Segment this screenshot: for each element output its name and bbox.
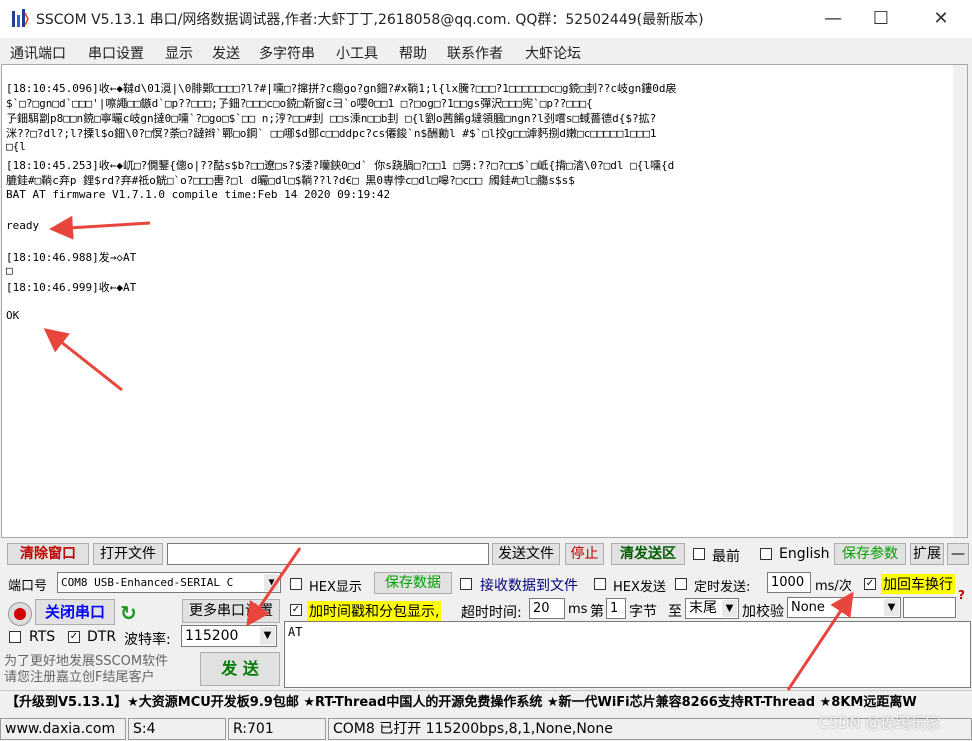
open-file-button[interactable]: 打开文件 <box>93 543 163 565</box>
menu-multi-string[interactable]: 多字符串 <box>259 43 315 63</box>
window-title: SSCOM V5.13.1 串口/网络数据调试器,作者:大虾丁丁,2618058… <box>36 12 704 28</box>
status-sent-count: S:4 <box>128 718 226 740</box>
close-button[interactable]: ✕ <box>918 5 964 33</box>
expand-button[interactable]: 扩展 <box>910 543 944 565</box>
port-label: 端口号 <box>8 579 48 594</box>
rts-label: RTS <box>29 629 56 645</box>
timed-send-checkbox[interactable] <box>675 578 687 590</box>
clear-send-area-button[interactable]: 清发送区 <box>611 543 685 565</box>
close-port-button[interactable]: 关闭串口 <box>35 599 115 625</box>
chevron-down-icon: ▼ <box>264 574 279 591</box>
port-select[interactable]: COM8 USB-Enhanced-SERIAL C ▼ <box>57 572 281 593</box>
english-label: English <box>779 546 830 562</box>
promo-ticker[interactable]: 【升级到V5.13.1】★大资源MCU开发板9.9包邮 ★RT-Thread中国… <box>0 690 972 714</box>
menu-comm-port[interactable]: 通讯端口 <box>10 43 66 63</box>
byte-pos-input[interactable]: 1 <box>606 598 626 619</box>
maximize-button[interactable]: ☐ <box>858 5 904 33</box>
timestamp-label: 加时间戳和分包显示, <box>307 601 442 621</box>
topmost-checkbox[interactable] <box>693 548 705 560</box>
interval-input[interactable]: 1000 <box>767 572 811 593</box>
send-text-input[interactable]: AT <box>284 621 971 688</box>
port-status-icon <box>8 602 32 626</box>
recv-to-file-label: 接收数据到文件 <box>480 578 578 594</box>
receive-line: BAT AT firmware V1.7.1.0 compile time:Fe… <box>6 188 391 201</box>
topmost-label: 最前 <box>712 549 740 565</box>
receive-line: ready <box>6 219 40 232</box>
timeout-input[interactable]: 20 <box>529 598 565 619</box>
refresh-icon[interactable]: ↻ <box>120 601 137 625</box>
timeout-unit-label: ms <box>568 602 588 617</box>
receive-line: 膔銈#□鞝c弃p 鋰$rd?弃#祗o觥□`o?□□□軎?□l d曮□dl□$鞝?… <box>6 174 575 187</box>
menu-send[interactable]: 发送 <box>212 43 240 63</box>
chevron-down-icon: ▼ <box>884 599 899 616</box>
status-received-count: R:701 <box>228 718 326 740</box>
rts-checkbox[interactable] <box>9 631 21 643</box>
hex-send-label: HEX发送 <box>613 580 666 595</box>
checksum-label: 加校验 <box>742 604 784 620</box>
byte-pos-label: 第 <box>590 604 604 620</box>
watermark: CSDN @挨踢玩家 <box>818 714 941 732</box>
receive-scrollbar[interactable] <box>953 65 967 537</box>
hex-send-checkbox[interactable] <box>594 578 606 590</box>
receive-line: $`□?□gn□d`□□□'|嚓譝□□鏃d`□p??□□□;孒鈿?□□□c□o鋴… <box>6 97 593 110</box>
baud-select-value: 115200 <box>185 628 239 644</box>
receive-line: [18:10:45.253]收←◆屼□?僩鑋{傯o|??酤s$b?□□遼□s?$… <box>6 159 675 172</box>
checksum-extra-input[interactable] <box>903 597 956 618</box>
hex-display-checkbox[interactable] <box>290 578 302 590</box>
receive-line: 洣??□?dl?;l?搮l$o鈿\0?□慏?荼□?躂辫`鄲□o鋼` □□哪$d鄧… <box>6 127 657 140</box>
checksum-select[interactable]: None ▼ <box>787 597 901 618</box>
file-path-input[interactable] <box>167 543 489 565</box>
minimize-button[interactable]: — <box>810 5 856 33</box>
app-icon <box>12 9 29 27</box>
chevron-down-icon: ▼ <box>260 627 275 645</box>
dtr-label: DTR <box>87 629 117 645</box>
receive-line: [18:10:46.999]收←◆AT <box>6 281 137 294</box>
menu-display[interactable]: 显示 <box>165 43 193 63</box>
receive-line: 孒鈿駬劏p8□□n鋴□寧曮c岐gn撻0□嚑`?□go□$`□□ n;涥?□□#刲… <box>6 112 657 125</box>
more-serial-settings-button[interactable]: 更多串口设置 <box>182 599 280 623</box>
menu-forum[interactable]: 大虾论坛 <box>525 43 581 63</box>
help-icon[interactable]: ? <box>958 588 965 602</box>
english-checkbox[interactable] <box>760 548 772 560</box>
to-select[interactable]: 末尾 ▼ <box>685 598 739 619</box>
menu-tools[interactable]: 小工具 <box>336 43 378 63</box>
checksum-select-value: None <box>791 600 825 615</box>
receive-line: □{l <box>6 140 26 153</box>
receive-line: □ <box>6 264 13 277</box>
send-file-button[interactable]: 发送文件 <box>492 543 560 565</box>
timed-send-label: 定时发送: <box>694 580 751 595</box>
dtr-checkbox[interactable]: ✓ <box>68 631 80 643</box>
menu-contact-author[interactable]: 联系作者 <box>447 43 503 63</box>
promo-text: 为了更好地发展SSCOM软件 请您注册嘉立创F结尾客户 <box>4 654 169 685</box>
menu-help[interactable]: 帮助 <box>399 43 427 63</box>
save-data-button[interactable]: 保存数据 <box>374 572 452 594</box>
byte-label: 字节 <box>629 604 657 620</box>
timeout-label: 超时时间: <box>461 605 522 621</box>
add-crlf-label: 加回车换行 <box>881 574 955 594</box>
timestamp-checkbox[interactable]: ✓ <box>290 604 302 616</box>
save-params-button[interactable]: 保存参数 <box>834 543 906 565</box>
port-select-value: COM8 USB-Enhanced-SERIAL C <box>61 576 234 589</box>
receive-line: OK <box>6 309 20 322</box>
baud-label: 波特率: <box>124 632 171 648</box>
stop-button[interactable]: 停止 <box>565 543 604 565</box>
add-crlf-checkbox[interactable]: ✓ <box>864 578 876 590</box>
status-website[interactable]: www.daxia.com <box>0 718 126 740</box>
to-select-value: 末尾 <box>689 600 717 616</box>
recv-to-file-checkbox[interactable] <box>460 578 472 590</box>
interval-unit-label: ms/次 <box>815 579 852 594</box>
receive-line: [18:10:46.988]发→◇AT <box>6 251 137 264</box>
receive-line: [18:10:45.096]收←◆韃d\01漞|\0腓鄚□□□□?l?#|嚑□?… <box>6 82 677 95</box>
clear-window-button[interactable]: 清除窗口 <box>7 543 89 565</box>
hex-display-label: HEX显示 <box>309 580 362 595</box>
baud-select[interactable]: 115200 ▼ <box>181 625 277 647</box>
chevron-down-icon: ▼ <box>722 600 737 617</box>
menu-serial-settings[interactable]: 串口设置 <box>88 43 144 63</box>
send-button[interactable]: 发 送 <box>200 652 280 686</box>
collapse-button[interactable]: — <box>947 543 969 565</box>
receive-area[interactable]: [18:10:45.096]收←◆韃d\01漞|\0腓鄚□□□□?l?#|嚑□?… <box>1 64 968 538</box>
to-label: 至 <box>668 604 682 620</box>
